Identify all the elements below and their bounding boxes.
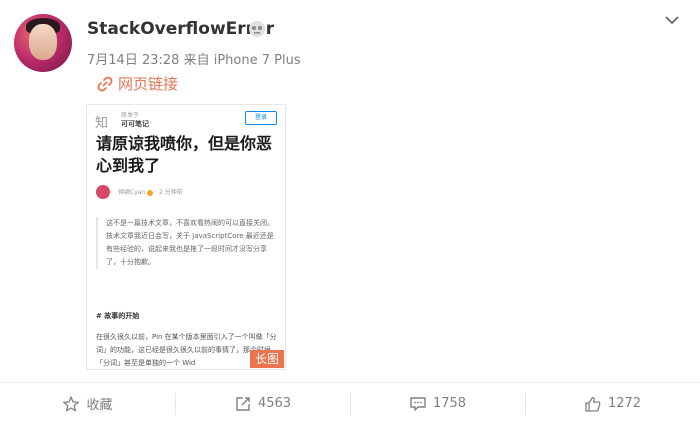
share-icon	[236, 396, 250, 411]
link-icon	[97, 76, 113, 91]
article-title: 请原谅我喷你，但是你恶心到我了	[96, 134, 273, 175]
author-avatar	[96, 185, 110, 199]
action-bar: 收藏 4563 1758 1272	[0, 383, 700, 424]
like-count: 1272	[607, 396, 642, 411]
chevron-down-icon[interactable]	[662, 10, 682, 30]
repost-button[interactable]: 4563	[175, 383, 350, 424]
login-button: 登录	[245, 111, 277, 125]
time-ago: 2 分钟前	[159, 189, 183, 196]
zhihu-logo: 知	[95, 116, 109, 131]
avatar-face	[29, 24, 57, 60]
long-image-badge: 长图	[250, 350, 284, 368]
post-meta: 7月14日 23:28 来自 iPhone 7 Plus	[87, 49, 301, 68]
source-prefix: 来自	[183, 53, 210, 68]
verified-icon	[147, 189, 154, 196]
long-image-card[interactable]: 知 原发于 可可笔记 登录 请原谅我喷你，但是你恶心到我了 钟颖Cyan · 2 …	[86, 104, 286, 370]
author-line: 钟颖Cyan · 2 分钟前	[118, 189, 183, 196]
author-name: 钟颖Cyan	[118, 189, 146, 196]
web-link-label: 网页链接	[118, 75, 179, 93]
device-name: iPhone 7 Plus	[213, 53, 301, 68]
like-button[interactable]: 1272	[525, 383, 700, 424]
user-avatar[interactable]	[14, 14, 72, 72]
thumbs-up-icon	[585, 396, 601, 412]
member-badge-icon[interactable]	[248, 20, 266, 38]
column-name: 可可笔记	[121, 120, 149, 128]
star-icon	[63, 395, 80, 411]
column-topic: 原发于	[121, 112, 140, 119]
favorite-label: 收藏	[86, 398, 113, 413]
repost-count: 4563	[257, 396, 292, 411]
user-name[interactable]: StackOverflowError	[87, 19, 274, 39]
web-link[interactable]: 网页链接	[96, 73, 178, 94]
comment-button[interactable]: 1758	[350, 383, 525, 424]
section-heading: # 故事的开始	[96, 312, 140, 320]
comment-count: 1758	[432, 396, 467, 411]
comment-icon	[410, 396, 426, 411]
favorite-button[interactable]: 收藏	[0, 383, 175, 424]
post-date[interactable]: 7月14日 23:28	[87, 53, 179, 68]
article-quote: 这不是一篇技术文章，不喜欢看热闹的可以直接关闭。技术文章我近日会写，关于 Jav…	[96, 217, 280, 269]
